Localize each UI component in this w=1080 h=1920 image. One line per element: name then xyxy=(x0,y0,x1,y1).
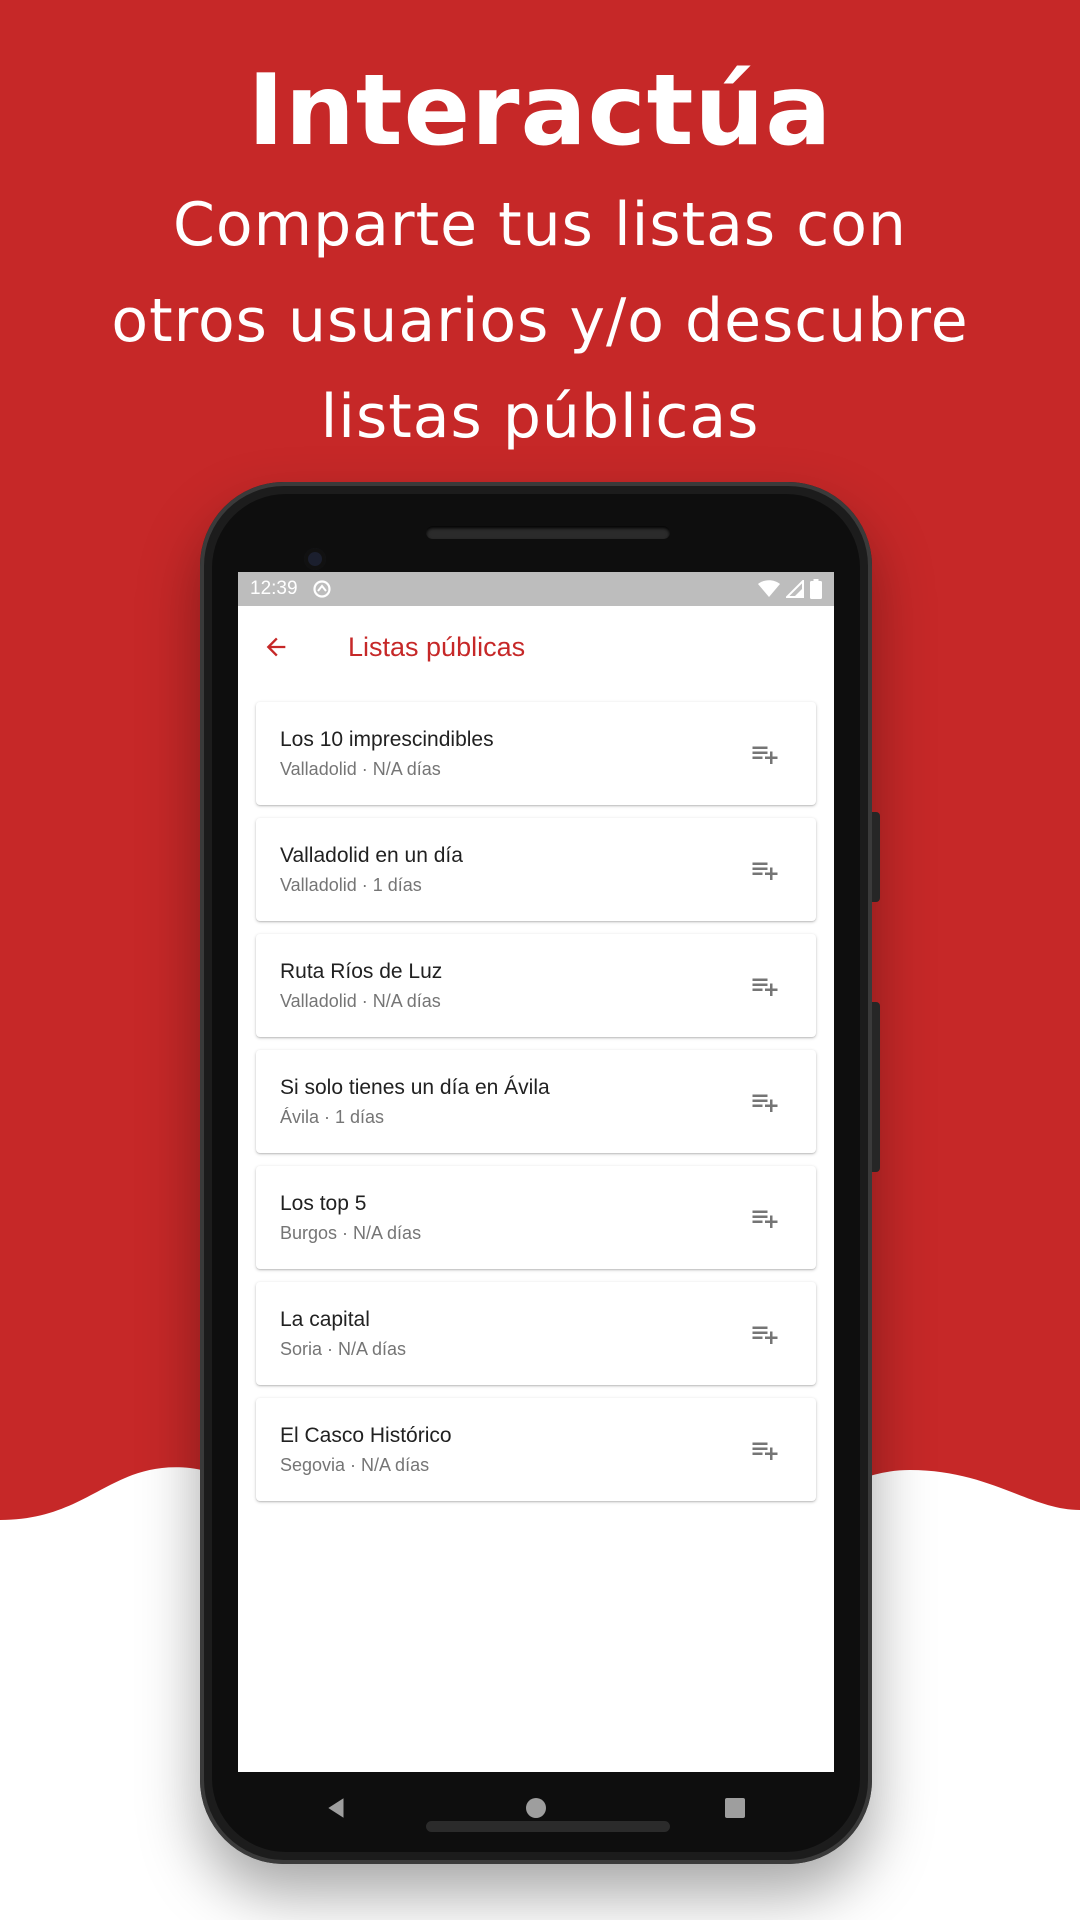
front-camera xyxy=(304,548,326,570)
list-item-meta: Soria · N/A días xyxy=(280,1338,407,1359)
promo-subtitle-line: Comparte tus listas con xyxy=(173,190,907,260)
list-item-title: Valladolid en un día xyxy=(280,843,463,867)
list-item-texts: Valladolid en un día Valladolid · 1 días xyxy=(280,842,748,898)
list-item-meta: Segovia · N/A días xyxy=(280,1454,430,1475)
power-button xyxy=(872,812,880,902)
app-screen: 12:39 Listas públicas Los 10 imprescindi… xyxy=(238,572,834,1772)
list-item[interactable]: Valladolid en un día Valladolid · 1 días xyxy=(256,818,816,921)
list-item-texts: Si solo tienes un día en Ávila Ávila · 1… xyxy=(280,1074,748,1130)
list-item-title: Los 10 imprescindibles xyxy=(280,727,494,751)
wifi-icon xyxy=(758,580,780,597)
playlist-add-icon[interactable] xyxy=(748,1317,782,1351)
playlist-add-icon[interactable] xyxy=(748,853,782,887)
list-item-texts: La capital Soria · N/A días xyxy=(280,1306,748,1362)
list-item-meta: Valladolid · 1 días xyxy=(280,874,422,895)
status-time: 12:39 xyxy=(250,578,298,599)
list-item-texts: El Casco Histórico Segovia · N/A días xyxy=(280,1422,748,1478)
list-item-texts: Los top 5 Burgos · N/A días xyxy=(280,1190,748,1246)
list-item[interactable]: Los top 5 Burgos · N/A días xyxy=(256,1166,816,1269)
promo-subtitle: Comparte tus listas con otros usuarios y… xyxy=(0,177,1080,465)
list-item[interactable]: Los 10 imprescindibles Valladolid · N/A … xyxy=(256,702,816,805)
nav-back-icon[interactable] xyxy=(317,1788,357,1828)
status-bar: 12:39 xyxy=(238,572,834,606)
arrow-back-icon[interactable] xyxy=(262,631,294,663)
list-item-meta: Valladolid · N/A días xyxy=(280,758,441,779)
phone-frame: 12:39 Listas públicas Los 10 imprescindi… xyxy=(200,482,880,1864)
list-item-title: Ruta Ríos de Luz xyxy=(280,959,443,983)
list-item[interactable]: La capital Soria · N/A días xyxy=(256,1282,816,1385)
playlist-add-icon[interactable] xyxy=(748,737,782,771)
public-lists: Los 10 imprescindibles Valladolid · N/A … xyxy=(238,688,834,1501)
phone-speaker xyxy=(426,526,670,539)
list-item-texts: Ruta Ríos de Luz Valladolid · N/A días xyxy=(280,958,748,1014)
list-item-title: Los top 5 xyxy=(280,1191,367,1215)
playlist-add-icon[interactable] xyxy=(748,1433,782,1467)
app-bar: Listas públicas xyxy=(238,606,834,688)
list-item-meta: Valladolid · N/A días xyxy=(280,990,441,1011)
volume-button xyxy=(872,1002,880,1172)
playlist-add-icon[interactable] xyxy=(748,1085,782,1119)
promo-title: Interactúa xyxy=(247,54,833,168)
status-icons xyxy=(758,579,822,599)
page-title: Listas públicas xyxy=(348,631,526,662)
playlist-add-icon[interactable] xyxy=(748,1201,782,1235)
battery-icon xyxy=(810,579,822,599)
list-item-meta: Burgos · N/A días xyxy=(280,1222,422,1243)
promo-subtitle-line: otros usuarios y/o descubre xyxy=(111,286,969,356)
signal-icon xyxy=(786,580,804,598)
list-item[interactable]: Si solo tienes un día en Ávila Ávila · 1… xyxy=(256,1050,816,1153)
nav-home-icon[interactable] xyxy=(516,1788,556,1828)
list-item-title: La capital xyxy=(280,1307,370,1331)
list-item-meta: Ávila · 1 días xyxy=(280,1106,385,1127)
sync-icon xyxy=(312,579,332,599)
list-item-texts: Los 10 imprescindibles Valladolid · N/A … xyxy=(280,726,748,782)
list-item[interactable]: El Casco Histórico Segovia · N/A días xyxy=(256,1398,816,1501)
playlist-add-icon[interactable] xyxy=(748,969,782,1003)
list-item-title: El Casco Histórico xyxy=(280,1423,452,1447)
list-item[interactable]: Ruta Ríos de Luz Valladolid · N/A días xyxy=(256,934,816,1037)
nav-recents-icon[interactable] xyxy=(715,1788,755,1828)
promo-headline: Interactúa Comparte tus listas con otros… xyxy=(0,55,1080,465)
list-item-title: Si solo tienes un día en Ávila xyxy=(280,1075,550,1099)
system-nav-bar xyxy=(238,1772,834,1844)
promo-subtitle-line: listas públicas xyxy=(320,382,760,452)
